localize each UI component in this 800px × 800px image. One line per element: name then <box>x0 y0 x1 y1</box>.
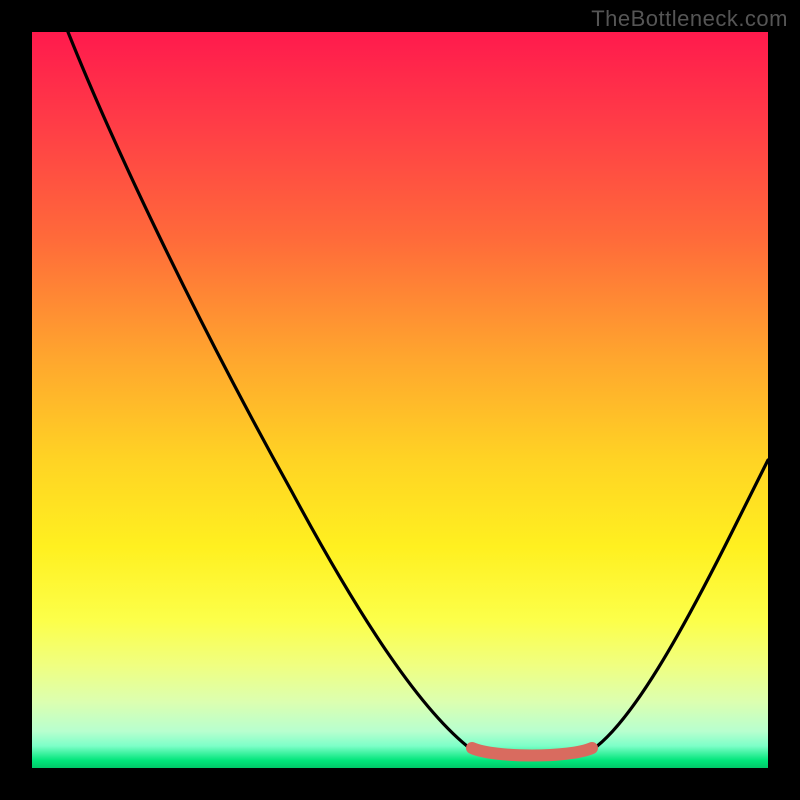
bottleneck-curve-left <box>68 32 472 750</box>
optimal-range-highlight <box>472 748 592 756</box>
watermark-label: TheBottleneck.com <box>591 6 788 32</box>
chart-frame: TheBottleneck.com <box>0 0 800 800</box>
plot-area <box>32 32 768 768</box>
bottleneck-curve-right <box>592 460 768 750</box>
curve-layer <box>32 32 768 768</box>
